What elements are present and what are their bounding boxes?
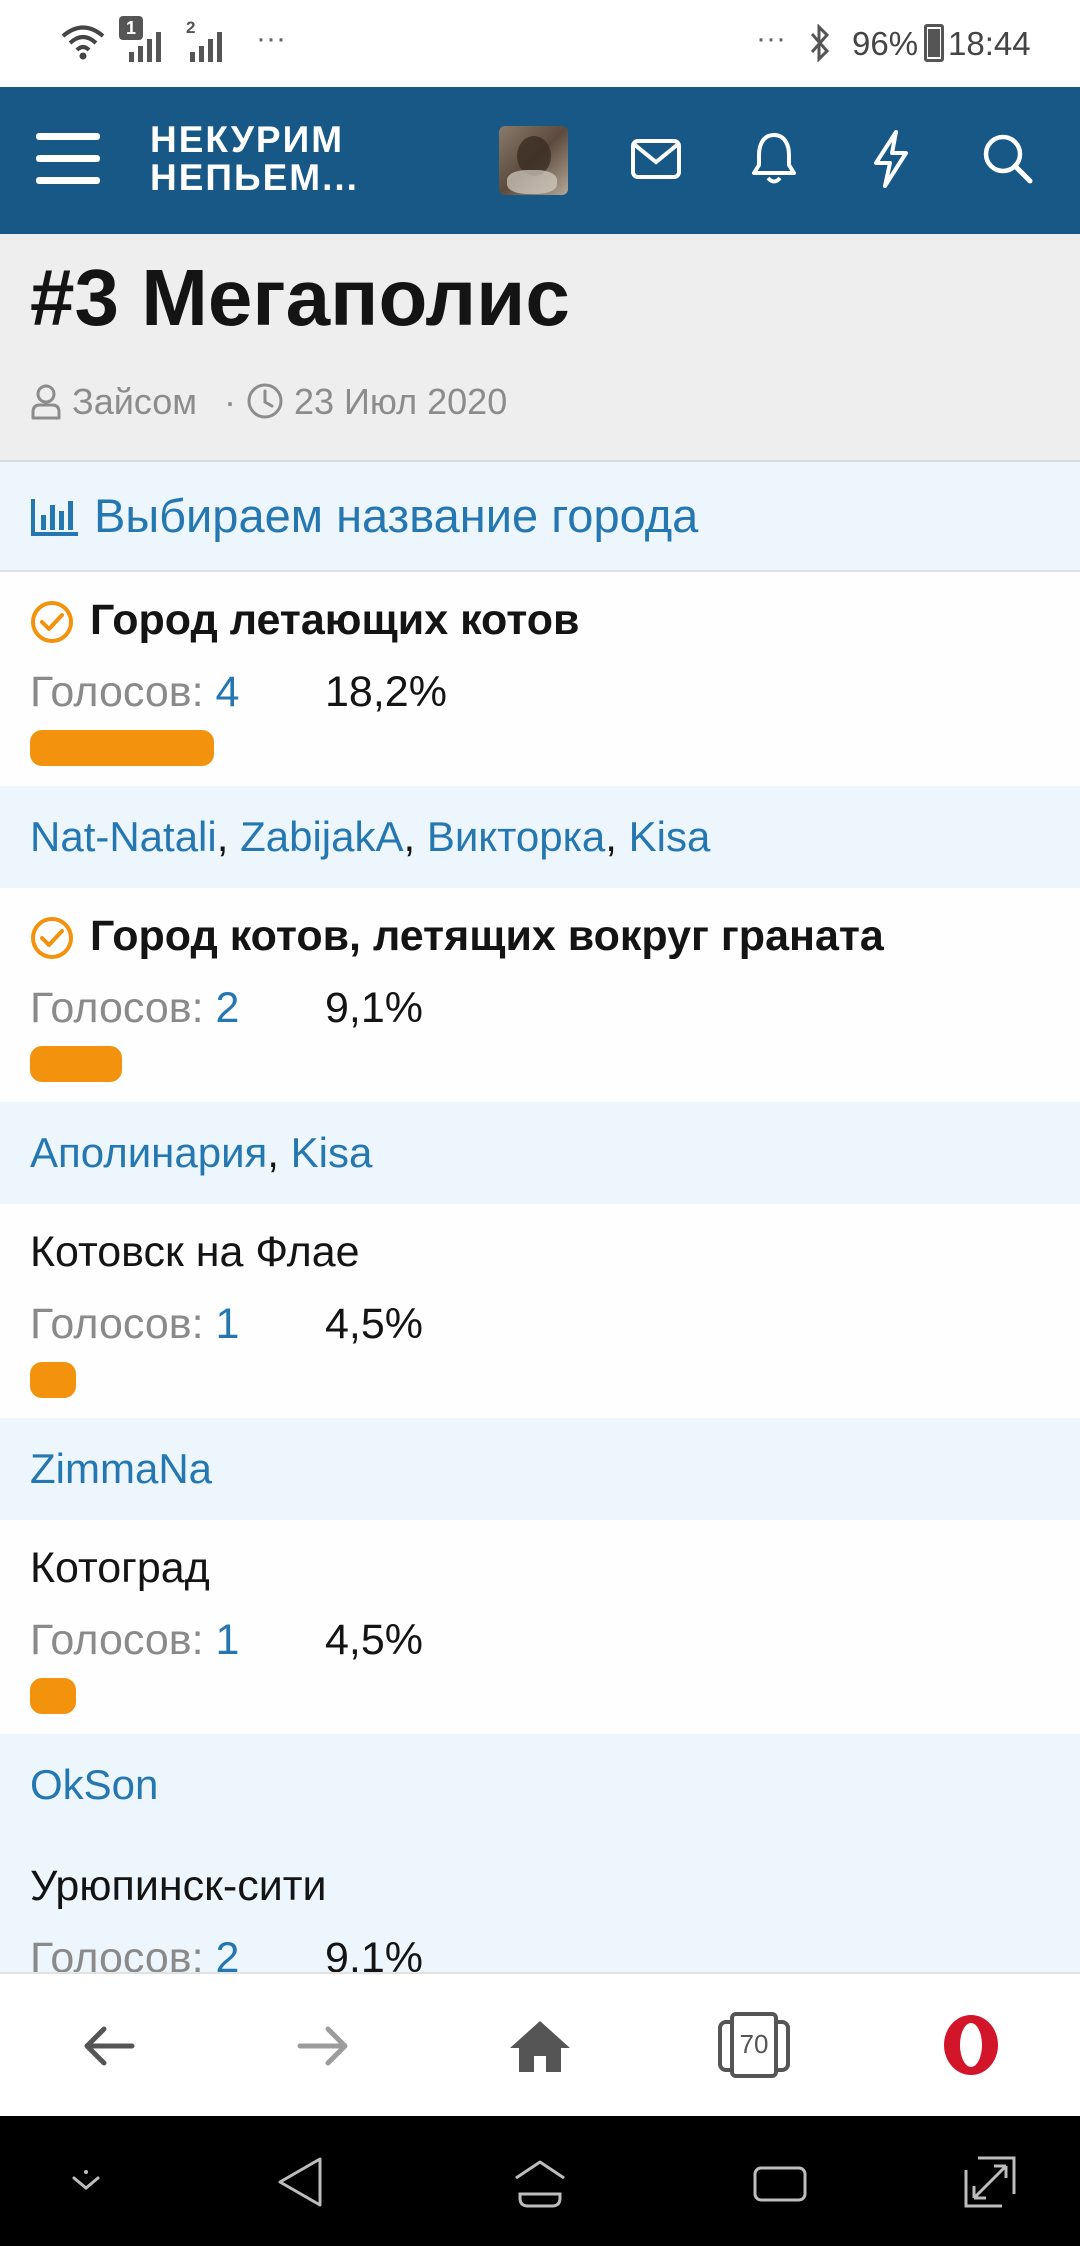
vote-bar [30, 1362, 76, 1398]
signal-icon-sim2 [190, 32, 222, 62]
option-label: Урюпинск-сити [30, 1862, 327, 1910]
status-bar: 1 2 ··· ··· 96% 18:44 [0, 0, 1080, 87]
voter-link[interactable]: Nat-Natali [30, 813, 217, 860]
mail-icon[interactable] [630, 136, 682, 182]
votes-count: Голосов: 2 [30, 984, 239, 1033]
option-label: Город летающих котов [90, 596, 580, 644]
clock: 18:44 [948, 25, 1031, 62]
home-icon[interactable] [508, 2018, 572, 2074]
nav-back-icon[interactable] [274, 2154, 326, 2210]
vote-bar [30, 1046, 122, 1082]
voters-list: Аполинария, Kisa [0, 1102, 1080, 1204]
voter-link[interactable]: Викторка [427, 813, 605, 860]
voter-link[interactable]: Kisa [291, 1129, 373, 1176]
votes-label: Голосов: [30, 1934, 204, 1972]
wifi-icon [61, 25, 105, 60]
thread-title: #3 Мегаполис [30, 253, 570, 342]
voted-check-icon [31, 601, 73, 643]
option-percent: 9,1% [325, 1934, 424, 1972]
vote-bar [30, 730, 214, 766]
votes-count: Голосов: 2 [30, 1934, 239, 1972]
votes-label: Голосов: [30, 984, 204, 1032]
status-dots-left: ··· [256, 22, 286, 55]
site-logo[interactable]: НЕКУРИМ НЕПЬЕМ... [150, 121, 359, 197]
collapse-nav-icon[interactable] [68, 2168, 104, 2198]
voter-link[interactable]: ZabijakA [240, 813, 403, 860]
logo-line-2: НЕПЬЕМ... [150, 157, 359, 198]
forward-icon[interactable] [296, 2024, 350, 2068]
user-icon [31, 384, 61, 420]
avatar[interactable] [499, 126, 568, 195]
voter-link[interactable]: Аполинария [30, 1129, 267, 1176]
bell-icon[interactable] [750, 131, 798, 187]
nav-home-icon[interactable] [512, 2158, 568, 2210]
votes-label: Голосов: [30, 1616, 204, 1664]
vote-bar [30, 1678, 76, 1714]
nav-expand-icon[interactable] [962, 2154, 1018, 2210]
poll-option-3: Котовск на Флае Голосов: 1 4,5% [0, 1204, 1080, 1418]
votes-number-link[interactable]: 2 [216, 984, 240, 1032]
option-label: Котовск на Флае [30, 1228, 360, 1276]
option-percent: 9,1% [325, 984, 424, 1032]
nav-recents-icon[interactable] [752, 2160, 808, 2206]
app-header: НЕКУРИМ НЕПЬЕМ... [0, 87, 1080, 234]
lightning-icon[interactable] [868, 129, 914, 189]
menu-icon[interactable] [36, 131, 100, 187]
option-percent: 4,5% [325, 1300, 424, 1348]
thread-author[interactable]: Зайсом [72, 381, 197, 423]
logo-line-1: НЕКУРИМ [150, 119, 345, 160]
voted-check-icon [31, 917, 73, 959]
system-nav-bar [0, 2116, 1080, 2246]
tabs-count: 70 [739, 2029, 769, 2059]
poll-option-2: Город котов, летящих вокруг граната Голо… [0, 888, 1080, 1102]
option-percent: 4,5% [325, 1616, 424, 1664]
option-label: Котоград [30, 1544, 210, 1592]
votes-label: Голосов: [30, 668, 204, 716]
tabs-icon[interactable]: 70 [718, 2012, 790, 2078]
option-label: Город котов, летящих вокруг граната [90, 912, 884, 960]
votes-count: Голосов: 1 [30, 1616, 239, 1665]
bluetooth-icon [810, 24, 830, 62]
poll-option-1: Город летающих котов Голосов: 4 18,2% [0, 572, 1080, 786]
voter-link[interactable]: Kisa [629, 813, 711, 860]
voters-list: OkSon [0, 1734, 1080, 1838]
poll-title: Выбираем название города [94, 489, 699, 542]
signal-icon-sim1 [129, 32, 161, 62]
poll-title-row: Выбираем название города [0, 462, 1080, 572]
votes-number-link[interactable]: 1 [216, 1616, 240, 1664]
votes-number-link[interactable]: 2 [216, 1934, 240, 1972]
thread-header: #3 Мегаполис Зайсом · 23 Июл 2020 [0, 234, 1080, 462]
meta-separator: · [224, 381, 236, 422]
poll-option-5: Урюпинск-сити Голосов: 2 9,1% [0, 1838, 1080, 1972]
voters-list: ZimmaNa [0, 1418, 1080, 1520]
votes-number-link[interactable]: 1 [216, 1300, 240, 1348]
votes-count: Голосов: 4 [30, 668, 239, 717]
battery-percent: 96% [852, 25, 919, 62]
votes-number-link[interactable]: 4 [216, 668, 240, 716]
voter-link[interactable]: ZimmaNa [30, 1445, 212, 1492]
opera-icon[interactable] [940, 2012, 1002, 2078]
votes-count: Голосов: 1 [30, 1300, 239, 1349]
option-percent: 18,2% [325, 668, 447, 716]
poll-chart-icon [31, 499, 78, 536]
voters-list: Nat-Natali, ZabijakA, Викторка, Kisa [0, 786, 1080, 888]
browser-toolbar: 70 [0, 1972, 1080, 2116]
clock-icon [247, 383, 283, 419]
battery-icon [924, 24, 944, 62]
poll-option-4: Котоград Голосов: 1 4,5% [0, 1520, 1080, 1734]
voter-link[interactable]: OkSon [30, 1761, 158, 1808]
votes-label: Голосов: [30, 1300, 204, 1348]
search-icon[interactable] [982, 133, 1034, 185]
status-dots-right: ··· [756, 22, 786, 55]
back-icon[interactable] [82, 2024, 136, 2068]
thread-date[interactable]: 23 Июл 2020 [294, 381, 507, 423]
